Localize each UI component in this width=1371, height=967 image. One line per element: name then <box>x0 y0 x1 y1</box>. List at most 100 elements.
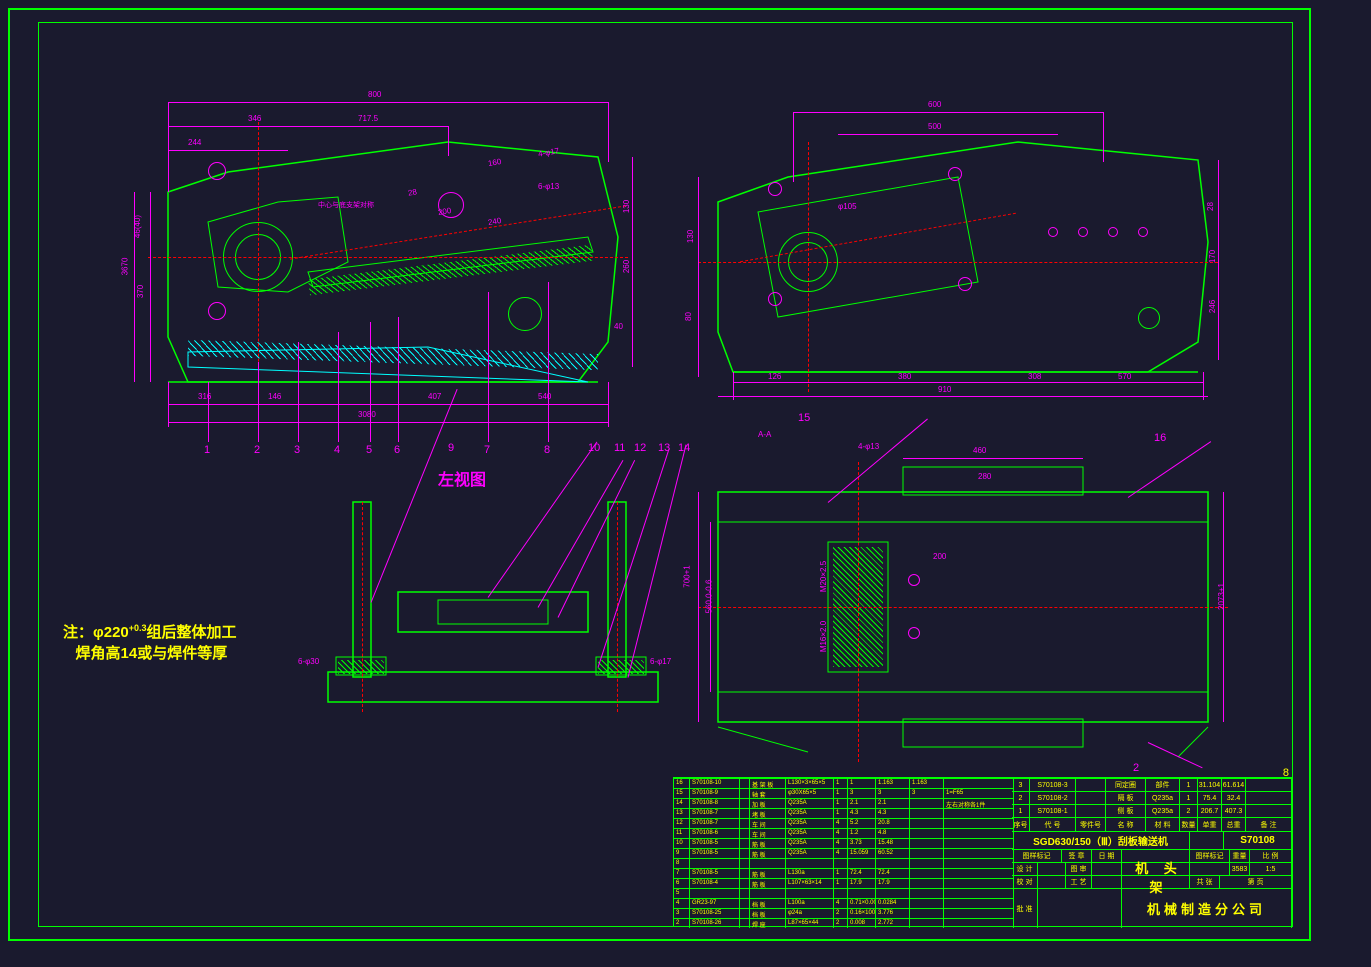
dim-tl-40: 40 <box>614 322 623 331</box>
dim-br-560: 560.0-0.6 <box>704 580 713 614</box>
dim-br-200: 200 <box>933 552 946 561</box>
dim-tr-phi105: φ105 <box>838 202 857 211</box>
dim-tr-170: 170 <box>1208 250 1217 263</box>
leader-11: 11 <box>614 442 625 454</box>
dim-br-700: 700+1 <box>683 565 692 587</box>
dim-tr-570: 570 <box>1118 372 1131 381</box>
tr-outline-svg <box>678 82 1238 402</box>
dim-tl-130r: 130 <box>622 200 631 213</box>
dim-tl-800: 800 <box>368 90 381 99</box>
view-bottom-right: A-A 4-φ13 460 280 700+1 560.0-0.6 M20×2.… <box>678 422 1238 782</box>
note-suffix: 组后整体加工 <box>147 624 237 641</box>
dim-tr-380: 380 <box>898 372 911 381</box>
hdr-code: 代 号 <box>1030 818 1076 831</box>
dim-bl-6phi30: 6-φ30 <box>298 657 319 666</box>
dim-tl-6phi13: 6-φ13 <box>538 182 559 191</box>
bom-table: 16S70108-10基 架 板L130×3×65×5111.1631.1631… <box>674 778 1014 928</box>
leader-9: 9 <box>448 442 454 454</box>
leader-2: 2 <box>254 444 260 456</box>
tblock-bom-row: 3S70108-3同定圈部件131.10461.614 <box>1012 778 1292 791</box>
dim-br-4phi13: 4-φ13 <box>858 442 879 451</box>
dim-tl-540a: 540 <box>538 392 551 401</box>
dim-tr-308: 308 <box>1028 372 1041 381</box>
dim-tl-316: 316 <box>198 392 211 401</box>
tb-component: 机 头 架 <box>1128 858 1190 896</box>
bom-row: 5 <box>674 888 1014 898</box>
bom-row: 11S70108-6车 间Q235A41.24.8 <box>674 828 1014 838</box>
dim-tl-346: 346 <box>248 114 261 123</box>
dim-tl-centernote: 中心与底支架对称 <box>318 200 374 210</box>
tb-stage-lbl <box>1190 832 1224 849</box>
tb-date: 日 期 <box>1092 850 1122 862</box>
leader-12: 12 <box>634 442 646 454</box>
dim-tl-7175: 717.5 <box>358 114 378 123</box>
view-top-right: 600 500 φ105 130 80 28 170 246 126 380 3… <box>678 82 1238 402</box>
tb-stagelbl: 图样标记 <box>1012 850 1062 862</box>
hdr-partno: 零件号 <box>1076 818 1106 831</box>
hdr-note: 备 注 <box>1246 818 1292 831</box>
bom-row: 8 <box>674 858 1014 868</box>
dim-tr-126: 126 <box>768 372 781 381</box>
tb-dwgno: S70108 <box>1224 832 1292 849</box>
title-block-area: 16S70108-10基 架 板L130×3×65×5111.1631.1631… <box>673 777 1293 927</box>
title-block: 3S70108-3同定圈部件131.10461.6142S70108-2隔 板Q… <box>1012 778 1292 928</box>
bom-row: 16S70108-10基 架 板L130×3×65×5111.1631.163 <box>674 778 1014 788</box>
leader-7: 7 <box>484 444 490 456</box>
general-note: 注：φ220+0.3组后整体加工 焊角高14或与焊件等厚 <box>63 622 237 664</box>
dim-tl-407: 407 <box>428 392 441 401</box>
leader-5: 5 <box>366 444 372 456</box>
dim-br-m16: M16×2.0 <box>819 621 828 652</box>
hdr-uw: 单重 <box>1198 818 1222 831</box>
tb-page: 第 页 <box>1220 876 1292 888</box>
dim-tr-130: 130 <box>686 230 695 243</box>
dim-bl-6phi17: 6-φ17 <box>650 657 671 666</box>
note-prefix: 注：φ220 <box>63 624 129 641</box>
dim-br-AA: A-A <box>758 430 771 439</box>
tb-scl: 1:5 <box>1250 863 1292 875</box>
view-top-left: 800 346 717.5 244 160 4-φ17 28 200 240 6… <box>108 62 648 442</box>
leader-br-2: 2 <box>1133 762 1139 774</box>
tblock-bom-row: 2S70108-2隔 板Q235a175.432.4 <box>1012 791 1292 804</box>
bom-row: 10S70108-5筋 板Q235A43.7315.48 <box>674 838 1014 848</box>
hdr-name: 名 称 <box>1106 818 1146 831</box>
dim-tr-80: 80 <box>684 312 693 321</box>
tb-product: SGD630/150（Ⅲ）刮板输送机 <box>1012 832 1190 849</box>
note-sup: +0.3 <box>129 623 147 633</box>
dim-tl-260: 260 <box>622 260 631 273</box>
bom-row: 7S70108-5筋 板L130a172.472.4 <box>674 868 1014 878</box>
dim-br-m20: M20×2.5 <box>819 561 828 592</box>
bl-outline-svg <box>298 482 698 742</box>
leader-10: 10 <box>588 442 600 454</box>
tb-approve: 批 准 <box>1012 889 1038 928</box>
dim-br-2073: 2073+1 <box>1217 583 1226 610</box>
drawing-canvas: 800 346 717.5 244 160 4-φ17 28 200 240 6… <box>38 22 1293 927</box>
hdr-no: 序号 <box>1012 818 1030 831</box>
dim-tr-910: 910 <box>938 385 951 394</box>
br-outline-svg <box>678 422 1238 782</box>
tb-process: 工 艺 <box>1066 876 1092 888</box>
bom-row: 4GR23-97档 板L100a40.71×0.0010.0284 <box>674 898 1014 908</box>
leader-13: 13 <box>658 442 670 454</box>
tb-stagemk: 图样标记 <box>1190 850 1230 862</box>
bom-row: 6S70108-4筋 板L107×63×14117.917.9 <box>674 878 1014 888</box>
leader-8: 8 <box>544 444 550 456</box>
dim-tr-500: 500 <box>928 122 941 131</box>
tb-scale-lbl: 比 例 <box>1250 850 1292 862</box>
dim-tl-370: 370 <box>136 285 145 298</box>
bom-row: 9S70108-5筋 板Q235A415.05960.52 <box>674 848 1014 858</box>
hdr-qty: 数量 <box>1180 818 1198 831</box>
dim-tr-246: 246 <box>1208 300 1217 313</box>
tb-sign: 签 章 <box>1062 850 1092 862</box>
bom-row: 13S70108-7堵 板Q235A14.34.3 <box>674 808 1014 818</box>
note-line2: 焊角高14或与焊件等厚 <box>76 645 228 662</box>
dim-tl-146: 146 <box>268 392 281 401</box>
tblock-bom-row: 1S70108-1侧 板Q235a2206.7407.3 <box>1012 804 1292 817</box>
bom-row: 15S70108-9轴 套φ30X65×513331=F65 <box>674 788 1014 798</box>
dim-br-280: 280 <box>978 472 991 481</box>
bom-row: 12S70108-7车 间Q235A45.220.8 <box>674 818 1014 828</box>
leader-15: 15 <box>798 412 810 424</box>
bom-row: 14S70108-8加 板Q235A12.12.1左右对称各1件 <box>674 798 1014 808</box>
dim-br-460: 460 <box>973 446 986 455</box>
dim-tl-3670: 3670 <box>120 258 129 276</box>
hdr-mat: 材 料 <box>1146 818 1180 831</box>
